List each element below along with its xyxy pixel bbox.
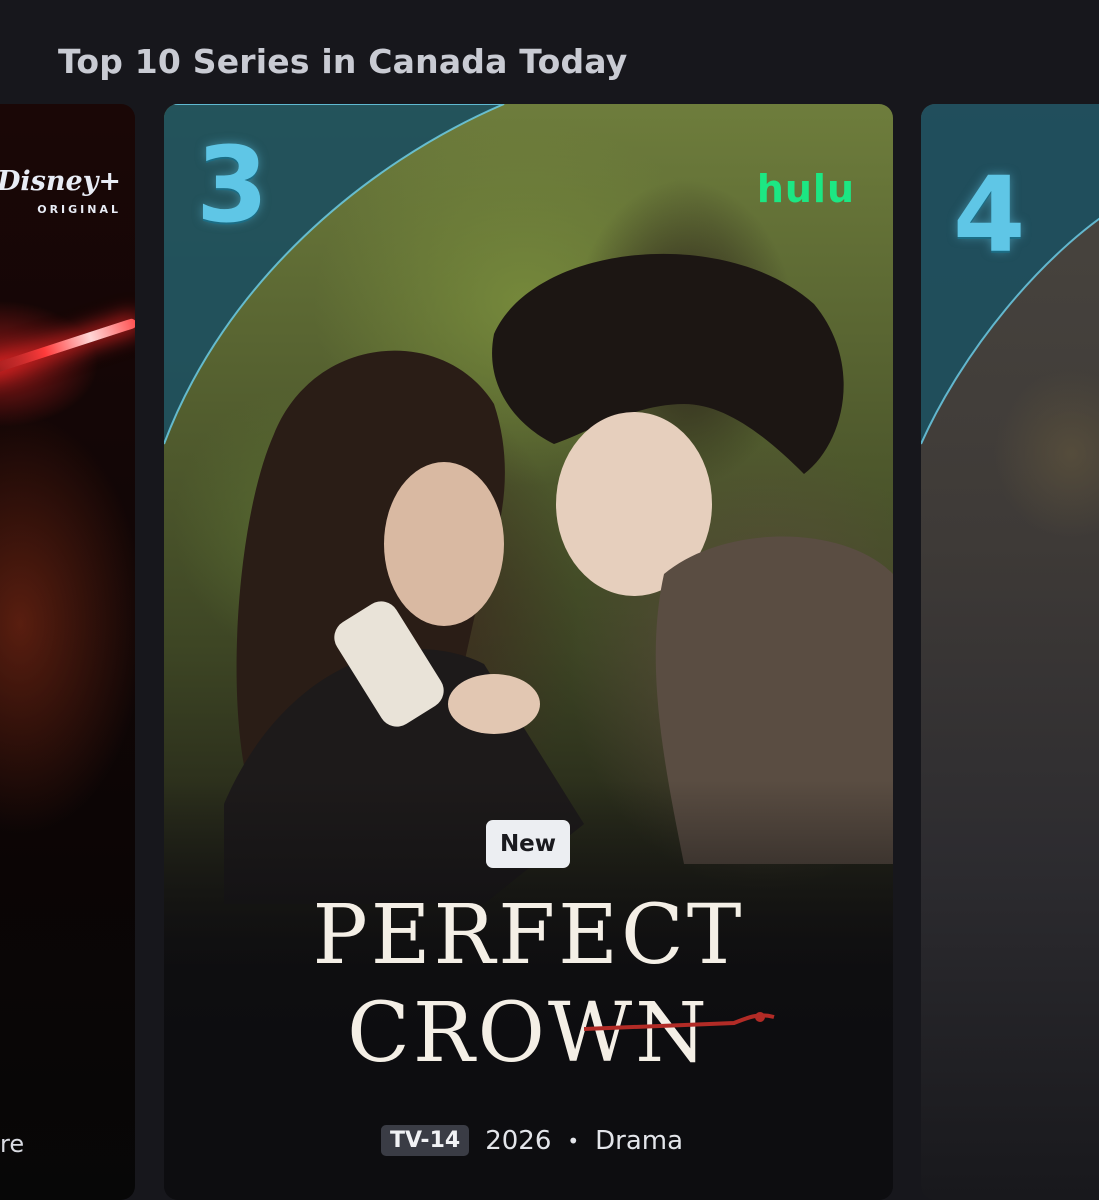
separator-dot: • <box>567 1128 580 1153</box>
rank-number: 3 <box>196 124 269 246</box>
lightsaber-art <box>0 317 135 377</box>
disney-plus-original-logo: Disney+ ORIGINAL <box>0 166 121 216</box>
new-badge: New <box>486 820 570 868</box>
rank-number: 4 <box>953 154 1026 276</box>
series-title-line-1: PERFECT <box>312 888 745 983</box>
content-rating-badge: TV-14 <box>381 1125 470 1156</box>
title-flourish-icon <box>584 1012 775 1031</box>
series-card-perfect-crown[interactable]: 3 hulu New PERFECT CROWN TV-14 2026 • Dr… <box>164 104 893 1200</box>
hulu-logo: hulu <box>756 167 855 211</box>
release-year: 2026 <box>485 1125 552 1156</box>
series-title-fragment: re <box>0 1130 25 1158</box>
row-title: Top 10 Series in Canada Today <box>58 42 628 81</box>
genre: Drama <box>595 1125 684 1156</box>
rank-ribbon <box>164 104 505 445</box>
series-card-next[interactable]: 4 <box>921 104 1099 1200</box>
series-card-previous[interactable]: Disney+ ORIGINAL re <box>0 104 135 1200</box>
series-metadata: TV-14 2026 • Drama <box>381 1125 683 1156</box>
